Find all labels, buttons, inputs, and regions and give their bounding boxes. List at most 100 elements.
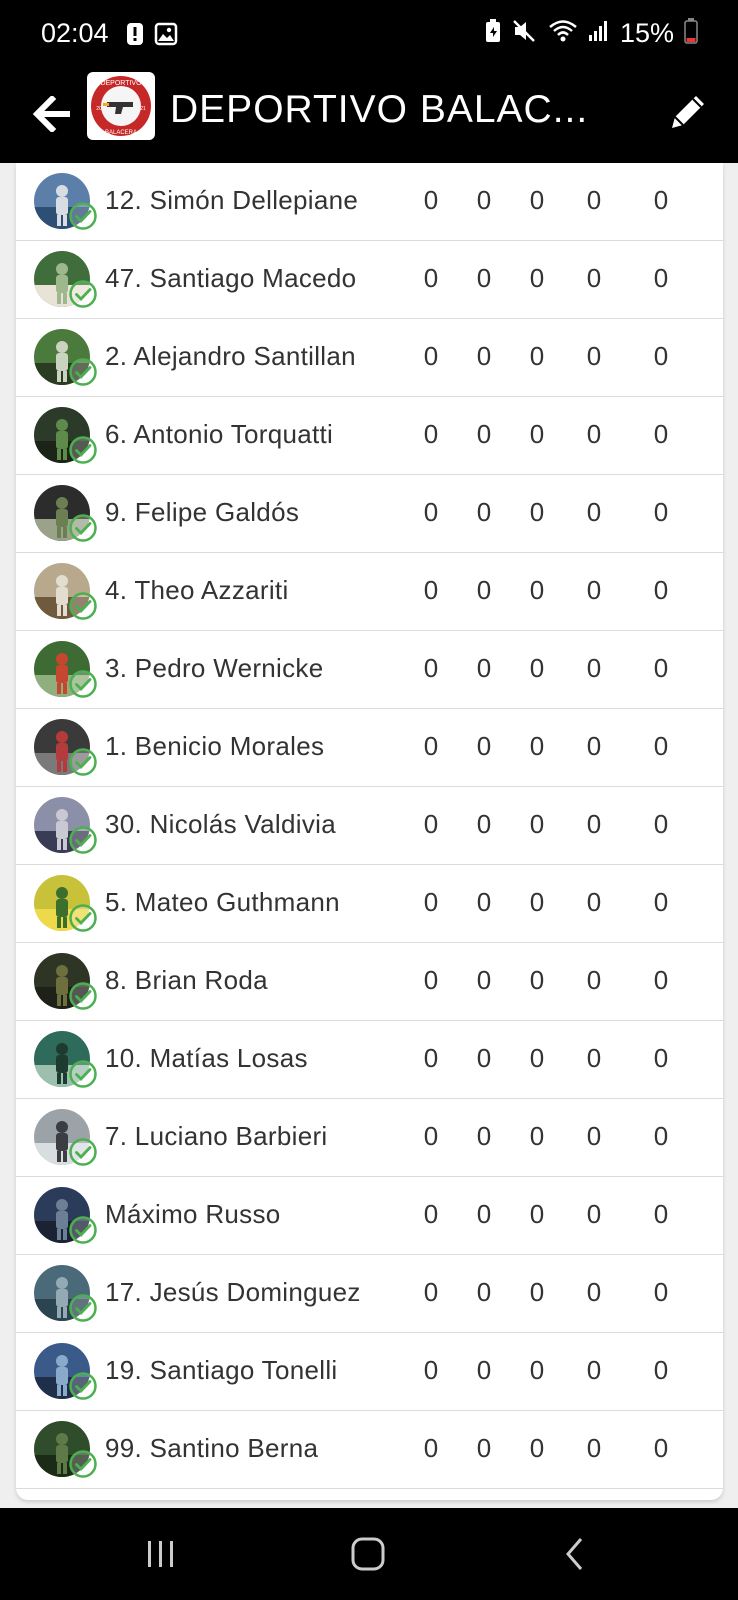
player-stat-3: 0 xyxy=(529,653,545,683)
wifi-icon xyxy=(548,19,578,48)
player-stat-1: 0 xyxy=(423,1433,439,1463)
player-stat-4: 0 xyxy=(586,653,602,683)
battery-percent: 15% xyxy=(619,18,674,48)
player-stat-2: 0 xyxy=(476,887,492,917)
player-stat-4: 0 xyxy=(586,1199,602,1229)
player-stat-3: 0 xyxy=(529,1121,545,1151)
player-stat-1: 0 xyxy=(423,419,439,449)
player-stat-3: 0 xyxy=(529,731,545,761)
player-stat-1: 0 xyxy=(423,731,439,761)
player-name: 3. Pedro Wernicke xyxy=(105,653,324,683)
player-avatar-wrap xyxy=(34,1343,97,1401)
player-name: 17. Jesús Dominguez xyxy=(105,1277,361,1307)
player-stat-5: 0 xyxy=(653,731,669,761)
player-stat-4: 0 xyxy=(586,185,602,215)
player-stat-5: 0 xyxy=(653,1433,669,1463)
player-stat-5: 0 xyxy=(653,185,669,215)
player-avatar-wrap xyxy=(34,1109,97,1167)
player-avatar-wrap xyxy=(34,563,97,621)
player-row[interactable]: 4. Theo Azzariti 0 0 0 0 0 xyxy=(16,553,723,631)
player-row[interactable]: 5. Mateo Guthmann 0 0 0 0 0 xyxy=(16,865,723,943)
player-row[interactable]: 10. Matías Losas 0 0 0 0 0 xyxy=(16,1021,723,1099)
status-system-icons: 15% xyxy=(484,18,698,49)
player-row[interactable]: 3. Pedro Wernicke 0 0 0 0 0 xyxy=(16,631,723,709)
player-name: 6. Antonio Torquatti xyxy=(105,419,334,449)
check-circle-icon xyxy=(69,358,97,386)
player-stat-1: 0 xyxy=(423,575,439,605)
player-stat-2: 0 xyxy=(476,185,492,215)
player-stat-4: 0 xyxy=(586,419,602,449)
player-stat-2: 0 xyxy=(476,419,492,449)
player-stat-3: 0 xyxy=(529,1199,545,1229)
home-button[interactable] xyxy=(338,1528,398,1580)
player-stat-4: 0 xyxy=(586,1121,602,1151)
player-name: Máximo Russo xyxy=(105,1199,281,1229)
player-stat-5: 0 xyxy=(653,1199,669,1229)
player-stat-1: 0 xyxy=(423,263,439,293)
player-stat-1: 0 xyxy=(423,1121,439,1151)
player-stat-3: 0 xyxy=(529,1277,545,1307)
player-stat-1: 0 xyxy=(423,1277,439,1307)
player-stat-4: 0 xyxy=(586,341,602,371)
player-stat-3: 0 xyxy=(529,341,545,371)
edit-button[interactable] xyxy=(658,82,718,142)
player-list-container[interactable]: 12. Simón Dellepiane 0 0 0 0 0 47. Santiago Ma… xyxy=(0,163,738,1508)
check-circle-icon xyxy=(69,280,97,308)
check-circle-icon xyxy=(69,514,97,542)
player-row[interactable]: 6. Antonio Torquatti 0 0 0 0 0 xyxy=(16,397,723,475)
player-stat-1: 0 xyxy=(423,653,439,683)
player-stat-2: 0 xyxy=(476,341,492,371)
player-stat-4: 0 xyxy=(586,497,602,527)
player-stat-1: 0 xyxy=(423,809,439,839)
player-stat-5: 0 xyxy=(653,653,669,683)
player-stat-1: 0 xyxy=(423,1199,439,1229)
player-name: 30. Nicolás Valdivia xyxy=(105,809,336,839)
player-stat-3: 0 xyxy=(529,1043,545,1073)
player-row[interactable]: 17. Jesús Dominguez 0 0 0 0 0 xyxy=(16,1255,723,1333)
back-nav-button[interactable] xyxy=(545,1528,605,1580)
player-row[interactable]: 19. Santiago Tonelli 0 0 0 0 0 xyxy=(16,1333,723,1411)
battery-saver-icon xyxy=(484,19,502,48)
player-stat-3: 0 xyxy=(529,419,545,449)
recent-apps-icon xyxy=(148,1541,173,1567)
player-row[interactable]: 99. Santino Berna 0 0 0 0 0 xyxy=(16,1411,723,1489)
player-row[interactable]: 2. Alejandro Santillan 0 0 0 0 0 xyxy=(16,319,723,397)
player-avatar-wrap xyxy=(34,953,97,1011)
player-name: 9. Felipe Galdós xyxy=(105,497,300,527)
page-title: DEPORTIVO BALAC... xyxy=(170,88,589,131)
player-stat-3: 0 xyxy=(529,887,545,917)
recent-apps-button[interactable] xyxy=(131,1528,191,1580)
check-circle-icon xyxy=(69,436,97,464)
player-stat-5: 0 xyxy=(653,1355,669,1385)
player-row[interactable]: 30. Nicolás Valdivia 0 0 0 0 0 xyxy=(16,787,723,865)
svg-text:BALACERA: BALACERA xyxy=(105,130,137,136)
svg-text:21: 21 xyxy=(140,106,146,112)
check-circle-icon xyxy=(69,1138,97,1166)
signal-icon xyxy=(588,19,610,48)
player-avatar-wrap xyxy=(34,719,97,777)
check-circle-icon xyxy=(69,1372,97,1400)
check-circle-icon xyxy=(69,670,97,698)
player-row[interactable]: Máximo Russo 0 0 0 0 0 xyxy=(16,1177,723,1255)
back-button[interactable] xyxy=(26,88,78,140)
player-row[interactable]: 7. Luciano Barbieri 0 0 0 0 0 xyxy=(16,1099,723,1177)
player-name: 10. Matías Losas xyxy=(105,1043,308,1073)
player-row[interactable]: 12. Simón Dellepiane 0 0 0 0 0 xyxy=(16,163,723,241)
player-stat-2: 0 xyxy=(476,731,492,761)
player-stat-1: 0 xyxy=(423,1355,439,1385)
player-stat-2: 0 xyxy=(476,809,492,839)
player-row[interactable]: 8. Brian Roda 0 0 0 0 0 xyxy=(16,943,723,1021)
player-avatar-wrap xyxy=(34,329,97,387)
player-stat-5: 0 xyxy=(653,1277,669,1307)
player-avatar-wrap xyxy=(34,1187,97,1245)
player-row[interactable]: 1. Benicio Morales 0 0 0 0 0 xyxy=(16,709,723,787)
player-avatar-wrap xyxy=(34,797,97,855)
player-row[interactable]: 9. Felipe Galdós 0 0 0 0 0 xyxy=(16,475,723,553)
player-name: 8. Brian Roda xyxy=(105,965,268,995)
player-stat-1: 0 xyxy=(423,497,439,527)
player-row[interactable]: 47. Santiago Macedo 0 0 0 0 0 xyxy=(16,241,723,319)
player-stat-1: 0 xyxy=(423,965,439,995)
player-stat-4: 0 xyxy=(586,1355,602,1385)
player-stat-3: 0 xyxy=(529,1355,545,1385)
player-stat-2: 0 xyxy=(476,263,492,293)
